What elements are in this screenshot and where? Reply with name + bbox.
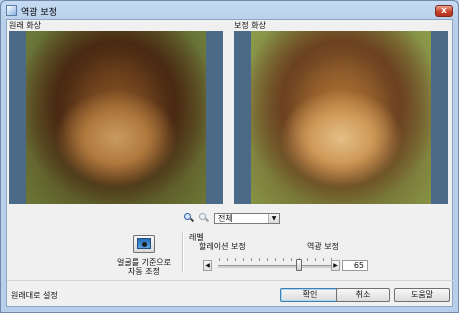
original-image-label: 원래 화상 bbox=[9, 21, 41, 30]
auto-adjust-label: 얼굴를 기준으로 자동 조정 bbox=[111, 258, 177, 276]
backlight-label: 역광 보정 bbox=[307, 242, 339, 251]
zoom-out-icon[interactable] bbox=[199, 213, 210, 223]
auto-adjust-label-line1: 얼굴를 기준으로 bbox=[116, 258, 172, 267]
halation-label: 할레이션 보정 bbox=[199, 242, 246, 251]
reset-label[interactable]: 원래대로 설정 bbox=[11, 290, 58, 301]
level-value: 65 bbox=[353, 261, 364, 270]
slider-left-button[interactable]: ◀ bbox=[203, 260, 212, 271]
auto-adjust-face-button[interactable] bbox=[133, 235, 155, 253]
vertical-divider bbox=[182, 233, 184, 273]
app-icon bbox=[6, 5, 17, 16]
ok-button[interactable]: 확인 bbox=[280, 288, 340, 302]
dialog-body: 원래 화상 보정 화상 전체 ▼ 얼굴를 기준으로 자동 조정 레벨 할레이션 … bbox=[6, 19, 454, 307]
zoom-select[interactable]: 전체 ▼ bbox=[214, 213, 280, 224]
original-preview bbox=[9, 31, 223, 204]
zoom-in-icon[interactable] bbox=[184, 213, 195, 223]
level-slider-track[interactable] bbox=[218, 265, 334, 268]
original-lion-image bbox=[26, 31, 206, 204]
auto-adjust-label-line2: 자동 조정 bbox=[128, 267, 160, 276]
cancel-button[interactable]: 취소 bbox=[336, 288, 390, 302]
level-value-field[interactable]: 65 bbox=[342, 260, 368, 271]
level-slider-thumb[interactable] bbox=[296, 259, 303, 271]
chevron-down-icon: ▼ bbox=[268, 214, 279, 223]
slider-ticks bbox=[219, 258, 333, 261]
arrow-right-icon: ▶ bbox=[333, 262, 338, 269]
corrected-image-label: 보정 화상 bbox=[234, 21, 266, 30]
backlight-correction-dialog: 역광 보정 x 원래 화상 보정 화상 전체 ▼ 얼굴를 기준으로 자동 조정 bbox=[0, 0, 459, 313]
title-bar[interactable]: 역광 보정 x bbox=[1, 1, 458, 21]
horizontal-divider bbox=[7, 280, 454, 281]
corrected-preview bbox=[234, 31, 448, 204]
slider-right-button[interactable]: ▶ bbox=[331, 260, 340, 271]
help-button[interactable]: 도움말 bbox=[394, 288, 450, 302]
zoom-select-value: 전체 bbox=[218, 214, 233, 223]
face-auto-icon bbox=[137, 238, 151, 249]
corrected-lion-image bbox=[251, 31, 431, 204]
close-button[interactable]: x bbox=[435, 5, 453, 17]
window-title: 역광 보정 bbox=[21, 8, 57, 18]
close-icon: x bbox=[441, 6, 447, 16]
arrow-left-icon: ◀ bbox=[205, 262, 210, 269]
